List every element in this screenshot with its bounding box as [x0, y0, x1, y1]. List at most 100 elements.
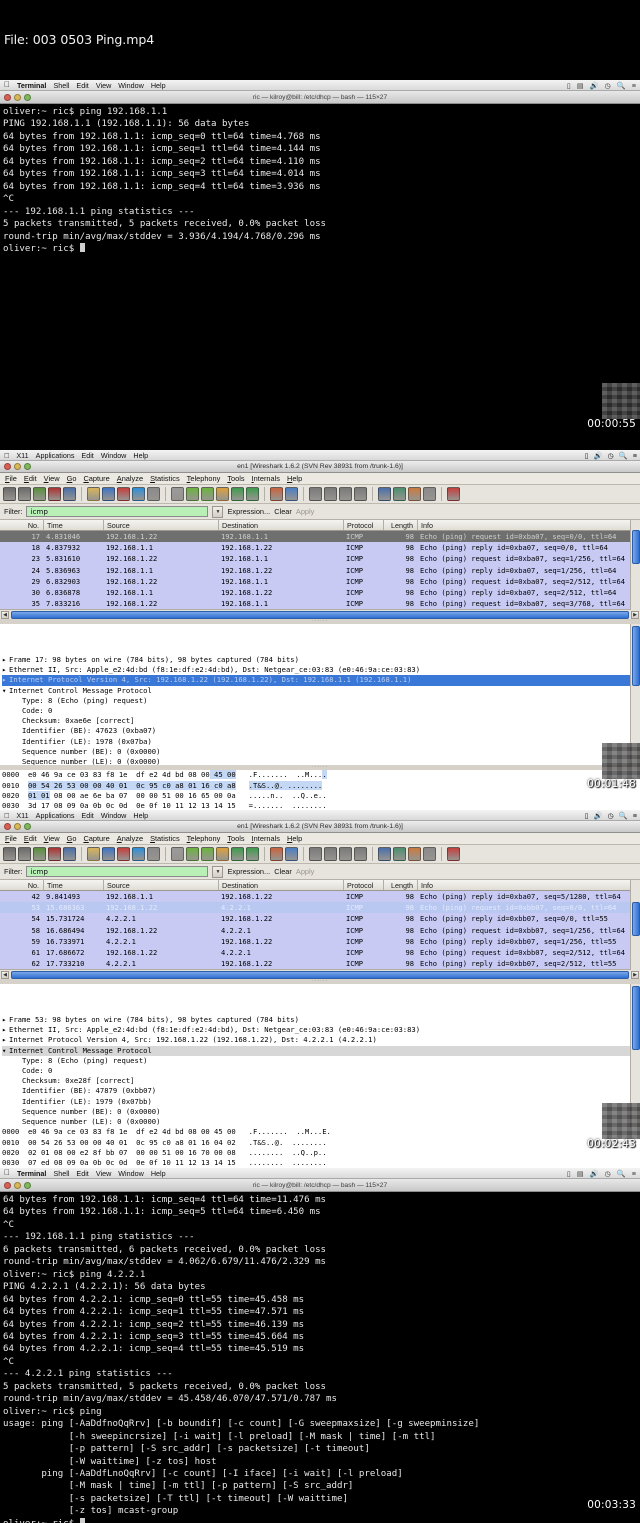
menu-extras-icon[interactable]: ≡ — [632, 81, 636, 90]
clock-icon[interactable]: ◷ — [605, 1169, 611, 1178]
menu-shell[interactable]: Shell — [53, 1169, 69, 1178]
scroll-right-icon[interactable]: ▶ — [631, 970, 639, 979]
wireshark-title-bar-2[interactable]: en1 [Wireshark 1.6.2 (SVN Rev 38931 from… — [0, 461, 640, 473]
menu-applications[interactable]: Applications — [36, 451, 75, 460]
go-forward-icon[interactable] — [201, 487, 214, 501]
hex-dump-line[interactable]: 0000 e0 46 9a ce 03 83 f8 1e df e2 4d bd… — [2, 1127, 640, 1137]
capture-filters-icon[interactable] — [378, 487, 391, 501]
packet-row[interactable]: 61 17.686672 192.168.1.22 4.2.2.1 ICMP 98 Echo… — [0, 946, 640, 959]
clock-icon[interactable]: ◷ — [608, 811, 614, 820]
menu-edit[interactable]: Edit — [76, 81, 88, 90]
detail-tree-node[interactable]: Sequence number (BE): 0 (0x0000) — [2, 747, 640, 757]
mac-menu-bar-1[interactable]:  Terminal Shell Edit View Window Help ▯… — [0, 80, 640, 91]
search-icon[interactable]: 🔍 — [617, 81, 626, 90]
detail-tree-node[interactable]: ▸ Internet Protocol Version 4, Src: 192.1… — [2, 1035, 640, 1045]
autoscroll-icon[interactable] — [285, 487, 298, 501]
zoom-reset-icon[interactable] — [339, 847, 352, 861]
wireshark-toolbar-3[interactable] — [0, 845, 640, 864]
help-contents-icon[interactable] — [447, 847, 460, 861]
packet-list-2[interactable]: No. Time Source Destination Protocol Length In… — [0, 520, 640, 610]
packet-row[interactable]: 30 6.836878 192.168.1.1 192.168.1.22 ICMP 98 E… — [0, 586, 640, 599]
ws-menu-internals[interactable]: Internals — [252, 834, 280, 843]
packet-row[interactable]: 58 16.686494 192.168.1.22 4.2.2.1 ICMP 98 Echo… — [0, 924, 640, 936]
scrollbar-thumb[interactable] — [632, 626, 640, 687]
packet-row[interactable]: 59 16.733971 4.2.2.1 192.168.1.22 ICMP 98 Echo… — [0, 935, 640, 947]
scroll-right-icon[interactable]: ▶ — [631, 610, 639, 619]
scrollbar-thumb[interactable] — [632, 986, 640, 1051]
ws-menu-analyze[interactable]: Analyze — [117, 834, 143, 843]
ws-menu-capture[interactable]: Capture — [83, 474, 109, 483]
detail-tree-node[interactable]: Sequence number (LE): 0 (0x0000) — [2, 757, 640, 765]
menu-view[interactable]: View — [96, 1169, 111, 1178]
detail-tree-node[interactable]: ▾ Internet Control Message Protocol — [2, 686, 640, 696]
save-file-icon[interactable] — [102, 487, 115, 501]
go-last-icon[interactable] — [246, 487, 259, 501]
menu-help[interactable]: Help — [151, 81, 166, 90]
zoom-reset-icon[interactable] — [339, 487, 352, 501]
resize-columns-icon[interactable] — [354, 847, 367, 861]
detail-tree-node[interactable]: Code: 0 — [2, 706, 640, 716]
menu-shell[interactable]: Shell — [53, 81, 69, 90]
apply-button[interactable]: Apply — [296, 507, 315, 516]
ws-menu-go[interactable]: Go — [67, 474, 77, 483]
x11-menu-bar-3[interactable]:  X11 Applications Edit Window Help ▯ 🔊 … — [0, 810, 640, 821]
battery-icon[interactable]: ▤ — [577, 81, 584, 90]
chevron-down-icon[interactable]: ▼ — [212, 865, 224, 878]
ws-menu-file[interactable]: File — [5, 474, 17, 483]
clear-button[interactable]: Clear — [274, 507, 292, 516]
mac-menu-bar-4[interactable]:  Terminal Shell Edit View Window Help ▯… — [0, 1168, 640, 1179]
wireshark-menu-bar-2[interactable]: File Edit View Go Capture Analyze Statistics Te… — [0, 473, 640, 485]
menu-view[interactable]: View — [96, 81, 111, 90]
wireshark-toolbar-2[interactable] — [0, 485, 640, 504]
expand-arrow-icon[interactable]: ▸ — [2, 675, 9, 685]
detail-tree-node[interactable]: Type: 8 (Echo (ping) request) — [2, 1056, 640, 1066]
menu-terminal[interactable]: Terminal — [17, 81, 46, 90]
menu-edit[interactable]: Edit — [76, 1169, 88, 1178]
ws-menu-file[interactable]: File — [5, 834, 17, 843]
terminal-title-bar-1[interactable]: ric — kilroy@bill: /etc/dhcp — bash — 11… — [0, 91, 640, 104]
column-header-length[interactable]: Length — [384, 520, 418, 530]
packet-list-scrollbar-2[interactable] — [630, 520, 640, 610]
menu-edit[interactable]: Edit — [81, 811, 93, 820]
menu-help[interactable]: Help — [151, 1169, 166, 1178]
capture-restart-icon[interactable] — [63, 847, 76, 861]
menu-help[interactable]: Help — [133, 811, 148, 820]
packet-row[interactable]: 23 5.831610 192.168.1.22 192.168.1.1 ICMP 98 E… — [0, 553, 640, 565]
hex-dump-line[interactable]: 0010 00 54 26 53 00 00 40 01 0c 95 c0 a8… — [2, 1138, 640, 1148]
wireshark-title-bar-3[interactable]: en1 [Wireshark 1.6.2 (SVN Rev 38931 from… — [0, 821, 640, 833]
expand-arrow-icon[interactable]: ▸ — [2, 655, 9, 665]
clock-icon[interactable]: ◷ — [605, 81, 611, 90]
packet-list-scrollbar-3[interactable] — [630, 880, 640, 970]
detail-tree-node[interactable]: Code: 0 — [2, 1066, 640, 1076]
packet-row[interactable]: 29 6.832903 192.168.1.22 192.168.1.1 ICMP 98 E… — [0, 575, 640, 587]
packet-detail-tree-3[interactable]: ▸ Frame 53: 98 bytes on wire (784 bits), … — [0, 984, 640, 1128]
coloring-rules-icon[interactable] — [408, 487, 421, 501]
expand-arrow-icon[interactable]: ▸ — [2, 1025, 9, 1035]
apply-button[interactable]: Apply — [296, 867, 315, 876]
ws-menu-telephony[interactable]: Telephony — [187, 834, 221, 843]
capture-options-icon[interactable] — [18, 487, 31, 501]
hex-dump-line[interactable]: 0020 01 01 08 00 ae 6e ba 07 00 00 51 00… — [2, 790, 640, 801]
save-file-icon[interactable] — [102, 847, 115, 861]
display-icon[interactable]: ▯ — [567, 1169, 571, 1178]
detail-tree-node[interactable]: Sequence number (BE): 0 (0x0000) — [2, 1107, 640, 1117]
colorize-icon[interactable] — [270, 487, 283, 501]
detail-tree-node[interactable]: Sequence number (LE): 0 (0x0000) — [2, 1117, 640, 1127]
packet-list-header-3[interactable]: No. Time Source Destination Protocol Length In… — [0, 880, 640, 891]
filter-input[interactable]: icmp — [26, 866, 209, 877]
collapse-arrow-icon[interactable]: ▾ — [2, 1046, 9, 1056]
column-header-info[interactable]: Info — [418, 520, 640, 530]
go-back-icon[interactable] — [186, 847, 199, 861]
column-header-info[interactable]: Info — [418, 880, 640, 890]
menu-terminal[interactable]: Terminal — [17, 1169, 46, 1178]
volume-icon[interactable]: 🔊 — [594, 451, 603, 460]
capture-start-icon[interactable] — [33, 487, 46, 501]
scrollbar-thumb[interactable] — [632, 902, 640, 936]
print-icon[interactable] — [147, 847, 160, 861]
preferences-icon[interactable] — [423, 487, 436, 501]
wireshark-filter-bar-2[interactable]: Filter: icmp ▼ Expression... Clear Apply — [0, 504, 640, 520]
open-file-icon[interactable] — [87, 487, 100, 501]
display-icon[interactable]: ▯ — [585, 451, 589, 460]
expression-button[interactable]: Expression... — [227, 867, 270, 876]
expand-arrow-icon[interactable]: ▸ — [2, 1035, 9, 1045]
